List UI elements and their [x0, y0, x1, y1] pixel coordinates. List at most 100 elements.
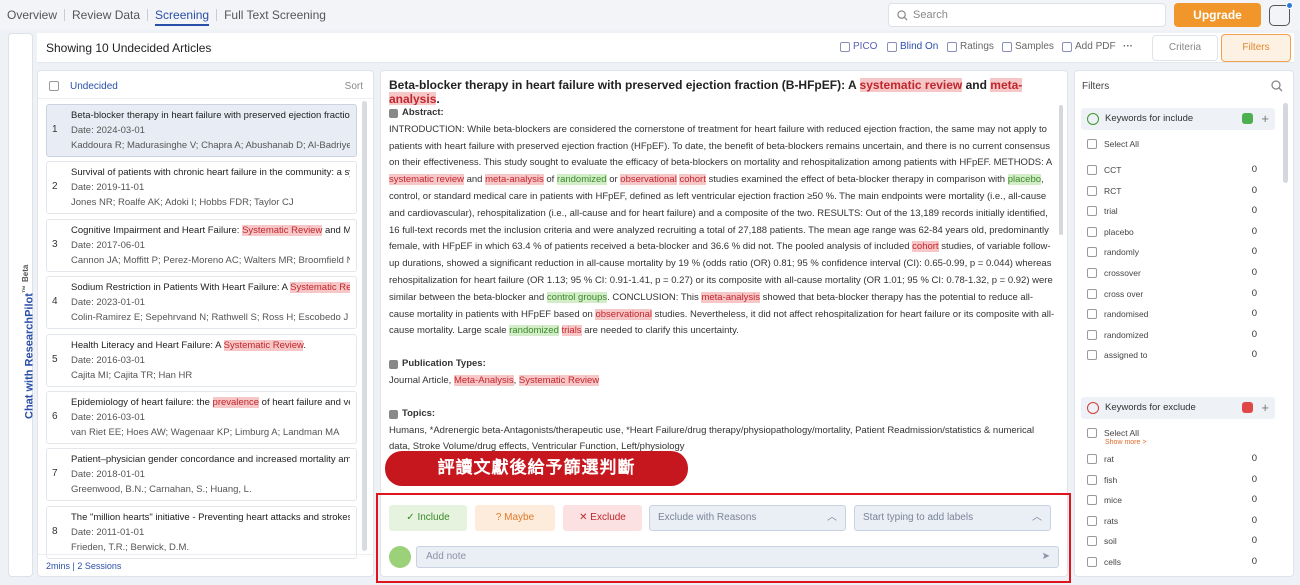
checkbox[interactable] — [1087, 329, 1097, 340]
tab-review-data[interactable]: Review Data — [65, 0, 147, 30]
keyword-option[interactable]: crossover 0 — [1087, 267, 1257, 281]
checkbox[interactable] — [1087, 428, 1097, 438]
keyword-include: randomized — [556, 174, 607, 186]
keyword-option[interactable]: CCT 0 — [1087, 164, 1257, 178]
list-item[interactable]: 7 Patient–physician gender concordance an… — [46, 448, 357, 502]
exclude-button[interactable]: ✕ Exclude — [563, 505, 642, 531]
list-item[interactable]: 6 Epidemiology of heart failure: the prev… — [46, 391, 357, 444]
checkbox[interactable] — [1087, 474, 1097, 485]
chat-icon[interactable] — [1269, 2, 1293, 26]
add-keyword-icon[interactable]: + — [1261, 397, 1269, 419]
keyword-option[interactable]: randomized 0 — [1087, 329, 1257, 343]
publication-icon — [389, 360, 398, 370]
scrollbar[interactable] — [1059, 105, 1063, 235]
chat-with-researchpilot-tab[interactable]: Chat with ResearchPilot™ Beta — [8, 33, 36, 577]
maybe-button[interactable]: ? Maybe — [475, 505, 555, 531]
criteria-button[interactable]: Criteria — [1152, 35, 1218, 61]
keyword-highlight: trials — [561, 325, 582, 337]
exclude-reasons-select[interactable]: Exclude with Reasons ︿ — [649, 505, 846, 531]
abstract-heading: Abstract: — [389, 105, 1057, 122]
keyword-option[interactable]: mice 0 — [1087, 494, 1257, 508]
checkbox[interactable] — [1087, 536, 1097, 547]
checkbox[interactable] — [1087, 454, 1097, 464]
keyword-option[interactable]: placebo 0 — [1087, 226, 1257, 240]
keyword-option[interactable]: fish 0 — [1087, 474, 1257, 488]
list-item[interactable]: 2 Survival of patients with chronic heart… — [46, 161, 357, 215]
note-input[interactable]: Add note ➤ — [416, 546, 1059, 568]
checkbox[interactable] — [1087, 309, 1097, 320]
add-pdf-button[interactable]: Add PDF — [1062, 41, 1116, 52]
search-icon[interactable] — [1271, 80, 1283, 92]
keyword-count: 0 — [1251, 246, 1257, 258]
select-all-option[interactable]: Select All — [1087, 427, 1257, 441]
item-authors: Greenwood, B.N.; Carnahan, S.; Huang, L. — [71, 484, 252, 496]
list-item[interactable]: 8 The "million hearts" initiative - Preve… — [46, 505, 357, 559]
tab-full-text-screening[interactable]: Full Text Screening — [217, 0, 333, 30]
select-all-checkbox[interactable] — [49, 81, 59, 91]
item-date: Date: 2017-06-01 — [71, 239, 145, 251]
add-keyword-icon[interactable]: + — [1261, 108, 1269, 130]
more-button[interactable]: ··· — [1123, 41, 1133, 52]
list-item[interactable]: 1 Beta-blocker therapy in heart failure w… — [46, 104, 357, 157]
include-badge-icon — [1242, 113, 1253, 124]
ratings-button[interactable]: Ratings — [947, 41, 994, 52]
item-date: Date: 2023-01-01 — [71, 297, 145, 309]
keyword-option[interactable]: soil 0 — [1087, 535, 1257, 549]
scrollbar[interactable] — [1283, 103, 1288, 183]
samples-button[interactable]: Samples — [1002, 41, 1054, 52]
keyword-option[interactable]: assigned to 0 — [1087, 349, 1257, 363]
include-button[interactable]: ✓ Include — [389, 505, 467, 531]
keyword-option[interactable]: randomly 0 — [1087, 246, 1257, 260]
eye-off-icon — [887, 41, 897, 52]
item-date: Date: 2011-01-01 — [71, 526, 145, 538]
checkbox[interactable] — [1087, 139, 1097, 149]
keyword-count: 0 — [1251, 473, 1257, 485]
article-body: Abstract: INTRODUCTION: While beta-block… — [389, 105, 1057, 500]
keyword-option[interactable]: trial 0 — [1087, 205, 1257, 219]
scrollbar[interactable] — [362, 101, 367, 551]
checkbox[interactable] — [1087, 165, 1097, 175]
checkbox[interactable] — [1087, 495, 1097, 506]
checkbox[interactable] — [1087, 557, 1097, 567]
undecided-dropdown[interactable]: Undecided — [70, 81, 118, 92]
blind-on-button[interactable]: Blind On — [887, 41, 938, 52]
keywords-include-group[interactable]: Keywords for include + — [1081, 108, 1275, 130]
checkbox[interactable] — [1087, 226, 1097, 237]
tab-overview[interactable]: Overview — [0, 0, 64, 30]
send-icon[interactable]: ➤ — [1042, 547, 1050, 567]
list-item[interactable]: 3 Cognitive Impairment and Heart Failure:… — [46, 218, 357, 272]
item-authors: Kaddoura R; Madurasinghe V; Chapra A; Ab… — [71, 140, 350, 151]
checkbox[interactable] — [1087, 268, 1097, 278]
checkbox[interactable] — [1087, 350, 1097, 361]
search-input[interactable]: Search — [888, 3, 1166, 27]
sort-button[interactable]: Sort — [345, 81, 363, 92]
checkbox[interactable] — [1087, 288, 1097, 299]
labels-input[interactable]: Start typing to add labels ︿ — [854, 505, 1051, 531]
topics-heading: Topics: — [389, 406, 1057, 423]
list-item[interactable]: 5 Health Literacy and Heart Failure: A Sy… — [46, 333, 357, 387]
filters-button[interactable]: Filters — [1221, 34, 1291, 62]
keyword-option[interactable]: rat 0 — [1087, 453, 1257, 467]
keywords-exclude-group[interactable]: Keywords for exclude + — [1081, 397, 1275, 419]
keyword-option[interactable]: randomised 0 — [1087, 308, 1257, 322]
keyword-option[interactable]: cross over 0 — [1087, 288, 1257, 302]
item-date: Date: 2018-01-01 — [71, 469, 145, 481]
keyword-option[interactable]: RCT 0 — [1087, 185, 1257, 199]
pico-button[interactable]: PICO — [840, 41, 877, 52]
item-authors: Cajita MI; Cajita TR; Han HR — [71, 369, 193, 381]
keyword-option[interactable]: rats 0 — [1087, 515, 1257, 529]
publication-types-heading: Publication Types: — [389, 356, 1057, 373]
list-item[interactable]: 4 Sodium Restriction in Patients With Hea… — [46, 276, 357, 330]
checkbox[interactable] — [1087, 185, 1097, 196]
keyword-option[interactable]: cells 0 — [1087, 556, 1257, 570]
item-authors: Colin-Ramirez E; Sepehrvand N; Rathwell … — [71, 312, 349, 324]
checkbox[interactable] — [1087, 206, 1097, 217]
keyword-count: 0 — [1251, 267, 1257, 278]
upgrade-button[interactable]: Upgrade — [1174, 3, 1261, 27]
item-number: 2 — [52, 181, 58, 193]
checkbox[interactable] — [1087, 515, 1097, 526]
annotation-banner: 評讀文獻後給予篩選判斷 — [385, 451, 688, 486]
tab-screening[interactable]: Screening — [148, 0, 216, 30]
checkbox[interactable] — [1087, 247, 1097, 258]
select-all-option[interactable]: Select All — [1087, 138, 1257, 152]
